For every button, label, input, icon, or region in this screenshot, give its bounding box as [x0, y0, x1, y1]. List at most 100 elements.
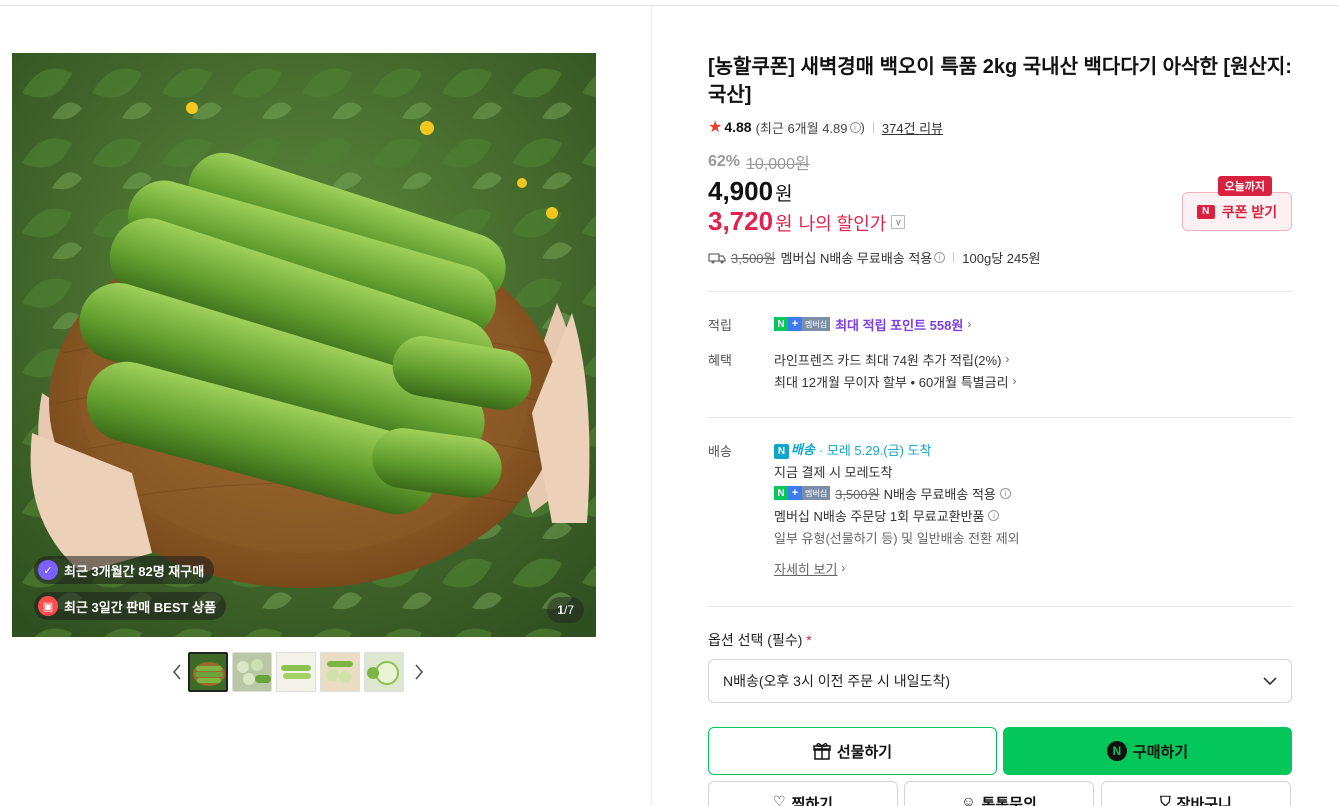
- product-title: [농할쿠폰] 새벽경매 백오이 특품 2kg 국내산 백다다기 아삭한 [원산지…: [708, 56, 1292, 106]
- thumbnail-5[interactable]: [364, 652, 404, 692]
- points-content[interactable]: N + 멤버십 최대 적립 포인트 558원 ›: [774, 313, 971, 335]
- delivery-more-link[interactable]: 자세히 보기 ›: [774, 557, 1020, 579]
- divider: [953, 252, 955, 263]
- star-icon: ★: [708, 119, 723, 136]
- heart-icon: ♡: [773, 793, 786, 806]
- coupon-button[interactable]: N 쿠폰 받기: [1182, 192, 1292, 231]
- option-label-text: 옵션 선택 (필수): [708, 632, 803, 648]
- info-icon[interactable]: i: [849, 121, 861, 133]
- my-price-value: 3,720: [708, 206, 774, 236]
- discount-row: 62% 10,000원: [708, 150, 810, 174]
- rating-score: 4.88: [724, 119, 752, 135]
- original-price: 10,000원: [746, 156, 810, 173]
- repurchase-badge-text: 최근 3개월간 82명 재구매: [64, 563, 205, 579]
- membership-badge: N + 멤버십: [774, 486, 831, 500]
- info-icon[interactable]: i: [988, 509, 1000, 521]
- chevron-right-icon: ›: [1005, 352, 1010, 366]
- chevron-right-icon: ›: [1012, 374, 1017, 388]
- delivery-more-label: 자세히 보기: [774, 561, 838, 577]
- n-delivery-logo: N 배송: [774, 439, 815, 459]
- thumbnail-3[interactable]: [276, 652, 316, 692]
- pay-now-text: 지금 결제 시 모레도착: [774, 464, 893, 480]
- delivery-free-text: N배송 무료배송 적용: [883, 486, 996, 502]
- my-discount-price: 3,720 원 나의 할인가 v: [708, 206, 906, 237]
- delivery-content: N 배송 · 모레 5.29.(금) 도착 지금 결제 시 모레도착 N + 멤버십 …: [774, 438, 1020, 579]
- thumbnail-4[interactable]: [320, 652, 360, 692]
- chat-icon: ☺: [961, 793, 976, 806]
- column-divider: [651, 6, 652, 806]
- delivery-original-fee: 3,500원: [835, 486, 880, 502]
- buy-button-label: 구매하기: [1132, 743, 1189, 761]
- divider: [872, 121, 874, 133]
- sale-price-unit: 원: [775, 184, 793, 205]
- chevron-right-icon: ›: [967, 317, 972, 331]
- thumbnail-2[interactable]: [232, 652, 272, 692]
- option-label: 옵션 선택 (필수) *: [708, 630, 812, 650]
- naver-n-icon: N: [1196, 204, 1215, 219]
- my-price-unit: 원: [775, 214, 793, 235]
- info-icon[interactable]: i: [999, 487, 1011, 499]
- exclusion-text: 일부 유형(선물하기 등) 및 일반배송 전환 제외: [774, 530, 1020, 546]
- buy-button[interactable]: N 구매하기: [1003, 727, 1292, 775]
- thumb-next-button[interactable]: [408, 652, 430, 692]
- talk-inquiry-button[interactable]: ☺ 톡톡문의: [904, 781, 1094, 806]
- sale-price-value: 4,900: [708, 176, 774, 206]
- image-counter-current: 1: [557, 603, 564, 617]
- naver-pay-icon: N: [1106, 741, 1127, 761]
- section-divider: [708, 291, 1292, 292]
- product-main-image[interactable]: ✓ 최근 3개월간 82명 재구매 ▣ 최근 3일간 판매 BEST 상품 1/…: [12, 53, 596, 637]
- points-label: 적립: [708, 318, 732, 333]
- coupon-deadline-tag: 오늘까지: [1217, 176, 1272, 196]
- truck-icon: [708, 252, 726, 263]
- benefit-card-link[interactable]: 라인프렌즈 카드 최대 74원 추가 적립(2%) ›: [774, 348, 1017, 370]
- benefit-label: 혜택: [708, 353, 732, 368]
- cart-button-label: 장바구니: [1176, 796, 1232, 806]
- benefit-content: 라인프렌즈 카드 최대 74원 추가 적립(2%) › 최대 12개월 무이자 할…: [774, 348, 1017, 392]
- thumb-prev-button[interactable]: [166, 652, 188, 692]
- membership-badge: N + 멤버십: [774, 317, 831, 331]
- benefit-installment-link[interactable]: 최대 12개월 무이자 할부 • 60개월 특별금리 ›: [774, 370, 1017, 392]
- best-seller-badge: ▣ 최근 3일간 판매 BEST 상품: [34, 592, 227, 620]
- cucumber-basket-photo: [12, 53, 596, 637]
- rating-recent: (최근 6개월 4.89: [755, 120, 848, 136]
- rating-recent-close: ): [860, 119, 865, 135]
- delivery-eta: · 모레 5.29.(금) 도착: [818, 442, 932, 458]
- gift-icon: ▣: [38, 596, 58, 616]
- sale-price: 4,900 원: [708, 176, 793, 207]
- wishlist-button-label: 찜하기: [791, 796, 833, 806]
- gift-icon: [813, 743, 831, 760]
- chevron-down-icon: [1263, 676, 1277, 685]
- unit-price: 100g당 245원: [962, 251, 1041, 266]
- info-icon[interactable]: i: [934, 252, 946, 263]
- shipping-original-fee: 3,500원: [731, 251, 776, 266]
- max-points-text: 최대 적립 포인트 558원: [835, 317, 964, 333]
- option-select[interactable]: N배송(오후 3시 이전 주문 시 내일도착): [708, 659, 1292, 703]
- cart-button[interactable]: ⛉ 장바구니: [1101, 781, 1291, 806]
- wishlist-button[interactable]: ♡ 찜하기: [708, 781, 898, 806]
- shipping-summary: 3,500원 멤버십 N배송 무료배송 적용 i 100g당 245원: [708, 248, 1040, 267]
- bag-icon: ✓: [38, 560, 58, 580]
- chevron-right-icon: [415, 664, 424, 680]
- delivery-label: 배송: [708, 444, 732, 459]
- image-counter: 1/7: [547, 597, 584, 623]
- my-price-label: 나의 할인가: [798, 214, 887, 234]
- discount-rate: 62%: [708, 153, 741, 170]
- rating-row: ★ 4.88 (최근 6개월 4.89 i ) 374건 리뷰: [708, 117, 943, 137]
- gift-button-label: 선물하기: [836, 743, 893, 761]
- benefit-line: 최대 12개월 무이자 할부 • 60개월 특별금리: [774, 374, 1009, 390]
- review-count-link[interactable]: 374건 리뷰: [882, 118, 943, 137]
- coupon-button-label: 쿠폰 받기: [1221, 203, 1278, 220]
- top-border: [0, 5, 1339, 6]
- benefit-line: 라인프렌즈 카드 최대 74원 추가 적립(2%): [774, 352, 1002, 368]
- chevron-down-icon[interactable]: v: [891, 214, 906, 229]
- gift-button[interactable]: 선물하기: [708, 727, 997, 775]
- repurchase-badge: ✓ 최근 3개월간 82명 재구매: [34, 556, 215, 584]
- chevron-right-icon: ›: [841, 561, 846, 575]
- talk-inquiry-label: 톡톡문의: [981, 796, 1037, 806]
- exchange-text: 멤버십 N배송 주문당 1회 무료교환반품: [774, 508, 985, 524]
- best-seller-badge-text: 최근 3일간 판매 BEST 상품: [64, 599, 217, 615]
- section-divider: [708, 606, 1292, 607]
- cart-icon: ⛉: [1160, 793, 1171, 806]
- thumbnail-1[interactable]: [188, 652, 228, 692]
- section-divider: [708, 417, 1292, 418]
